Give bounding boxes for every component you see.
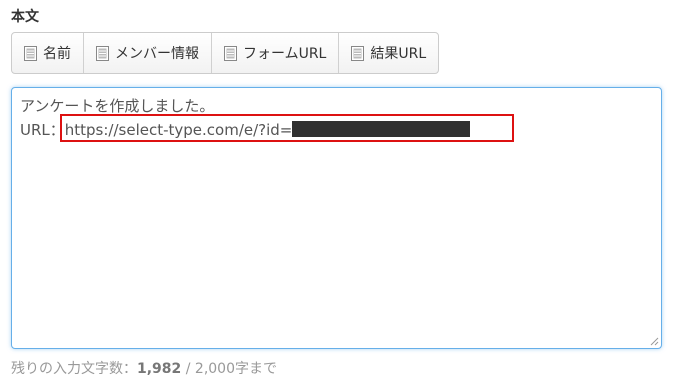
insert-button-group: 名前 メンバー情報 フォームURL 結果URL [11,32,440,74]
document-icon [224,45,237,61]
counter-max: 2,000字まで [194,361,278,377]
form-url-text: https://select-type.com/e/?id= [64,121,293,139]
insert-name-label: 名前 [43,46,71,62]
counter-separator: / [181,361,195,377]
document-icon [24,45,37,61]
insert-form-url-button[interactable]: フォームURL [212,33,340,73]
body-textarea[interactable]: アンケートを作成しました。 URL：https://select-type.co… [11,87,662,349]
document-icon [96,45,109,61]
insert-name-button[interactable]: 名前 [12,33,84,73]
insert-result-url-button[interactable]: 結果URL [339,33,438,73]
insert-member-info-button[interactable]: メンバー情報 [84,33,212,73]
section-label: 本文 [11,9,39,25]
insert-result-url-label: 結果URL [370,46,427,62]
insert-member-info-label: メンバー情報 [115,46,199,62]
redacted-id-block [292,121,471,137]
body-line-2: URL：https://select-type.com/e/?id= [20,118,653,142]
body-line-1: アンケートを作成しました。 [20,97,215,115]
insert-form-url-label: フォームURL [243,46,327,62]
document-icon [351,45,365,61]
url-prefix: URL： [20,121,65,139]
counter-prefix: 残りの入力文字数： [11,361,137,377]
counter-remaining: 1,982 [137,361,182,377]
char-counter: 残りの入力文字数：1,982 / 2,000字まで [11,358,277,378]
resize-grip-icon[interactable] [650,337,659,346]
